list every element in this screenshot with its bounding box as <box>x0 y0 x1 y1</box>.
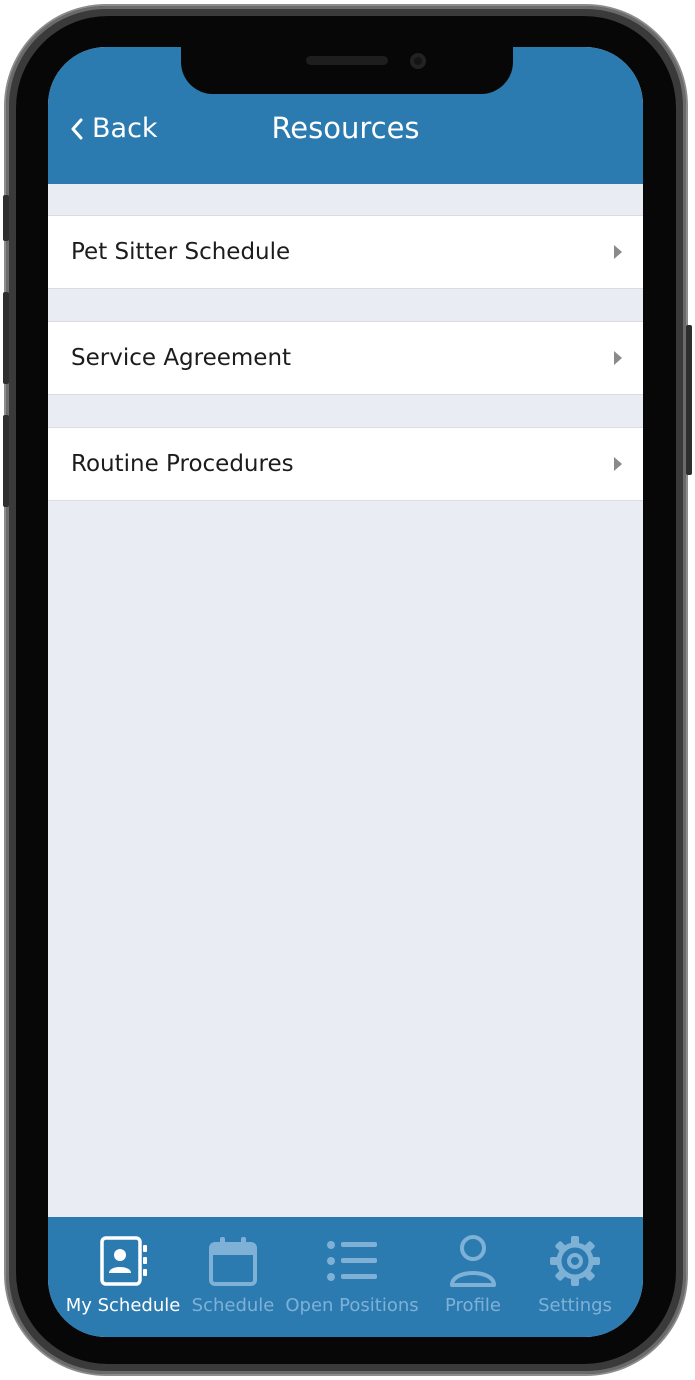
back-button[interactable]: Back <box>70 113 158 144</box>
contact-book-icon <box>100 1236 147 1286</box>
disclosure-arrow-icon <box>614 245 622 259</box>
power-button <box>686 325 692 475</box>
tab-settings[interactable]: Settings <box>530 1235 620 1316</box>
person-icon <box>450 1235 496 1287</box>
mute-switch <box>3 195 9 241</box>
back-label: Back <box>92 113 158 144</box>
tab-label: Settings <box>538 1295 612 1316</box>
tab-label: My Schedule <box>65 1295 181 1316</box>
resource-item-label: Service Agreement <box>71 345 292 371</box>
tab-bar: My Schedule Schedule Open Positions Prof… <box>48 1217 643 1337</box>
calendar-icon <box>209 1237 257 1286</box>
disclosure-arrow-icon <box>614 351 622 365</box>
resource-item-service-agreement[interactable]: Service Agreement <box>48 321 643 395</box>
resource-item-label: Routine Procedures <box>71 451 294 477</box>
speaker-grille <box>306 56 388 65</box>
gear-icon <box>550 1236 600 1286</box>
volume-up-button <box>3 292 9 384</box>
chevron-left-icon <box>71 118 83 139</box>
resource-item-pet-sitter-schedule[interactable]: Pet Sitter Schedule <box>48 215 643 289</box>
volume-down-button <box>3 415 9 507</box>
list-icon <box>327 1241 377 1281</box>
front-camera <box>410 53 426 69</box>
tab-label: Schedule <box>191 1295 275 1316</box>
tab-my-schedule[interactable]: My Schedule <box>64 1235 182 1316</box>
tab-open-positions[interactable]: Open Positions <box>282 1235 422 1316</box>
tab-schedule[interactable]: Schedule <box>188 1235 278 1316</box>
phone-notch <box>181 47 513 94</box>
resource-item-label: Pet Sitter Schedule <box>71 239 291 265</box>
resource-item-routine-procedures[interactable]: Routine Procedures <box>48 427 643 501</box>
app-screen: Back Resources Pet Sitter Schedule Servi… <box>48 47 643 1337</box>
disclosure-arrow-icon <box>614 457 622 471</box>
tab-profile[interactable]: Profile <box>428 1235 518 1316</box>
tab-label: Profile <box>445 1295 501 1316</box>
tab-label: Open Positions <box>285 1295 419 1316</box>
